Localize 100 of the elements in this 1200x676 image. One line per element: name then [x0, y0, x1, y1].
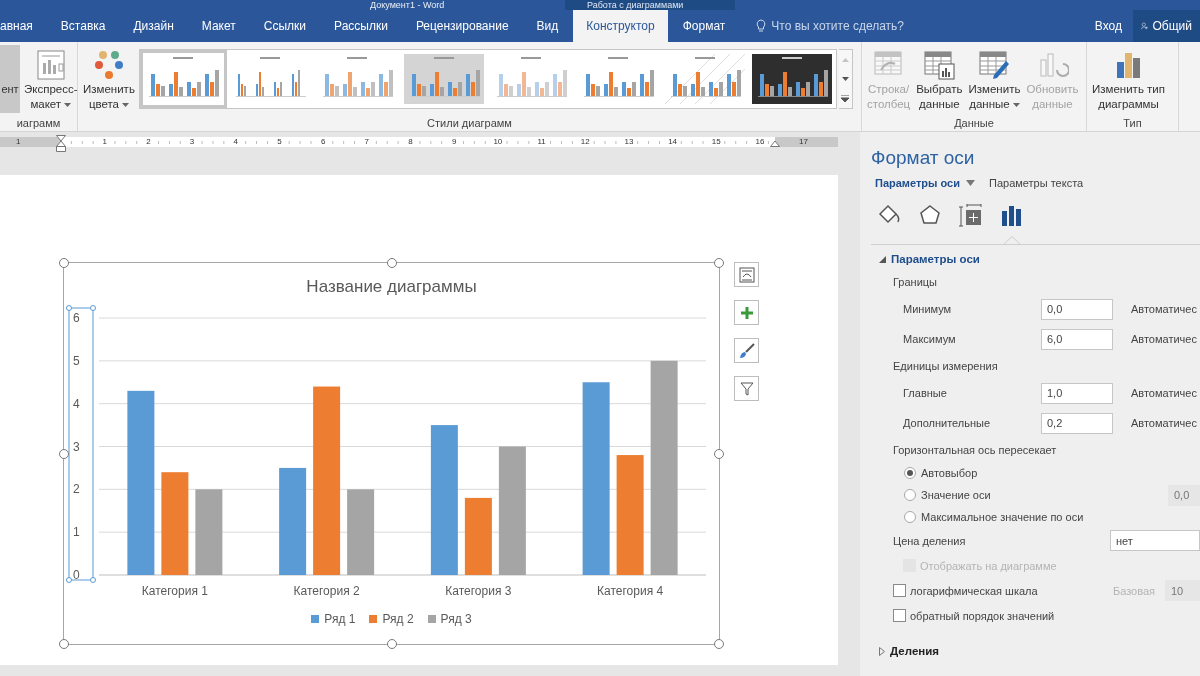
ribbon-button[interactable]: Изменить данные: [966, 45, 1023, 115]
bar[interactable]: [347, 489, 375, 575]
bar[interactable]: [195, 489, 223, 575]
resize-handle[interactable]: [714, 639, 724, 649]
bar[interactable]: [616, 455, 644, 575]
pentagon-icon: [919, 204, 941, 226]
checkbox[interactable]: [893, 609, 906, 622]
checkbox[interactable]: [893, 584, 906, 597]
ribbon-tab[interactable]: Формат: [669, 10, 739, 42]
ribbon-tab[interactable]: авная: [0, 10, 46, 42]
auto-label: Автоматичес: [1131, 333, 1197, 345]
axis-label: 4: [73, 396, 80, 411]
chart-title: Название диаграммы: [306, 276, 477, 298]
group-heading: Единицы измерения: [893, 359, 999, 374]
share-button[interactable]: Общий: [1133, 10, 1200, 42]
ribbon-tab[interactable]: Вид: [523, 10, 572, 42]
bar[interactable]: [650, 360, 678, 575]
add-element-button[interactable]: [734, 300, 759, 325]
brush-icon: [738, 342, 755, 359]
resize-handle[interactable]: [59, 448, 69, 459]
ruler-number: 15: [710, 137, 722, 146]
ribbon-button[interactable]: Изменить тип диаграммы: [1090, 45, 1167, 115]
indent-marker[interactable]: [56, 135, 66, 152]
value-field[interactable]: 0,0: [1168, 484, 1200, 506]
ribbon-button[interactable]: Экспресс- макет: [22, 45, 80, 115]
radio-button[interactable]: [904, 467, 916, 479]
axis-label: 1: [73, 525, 80, 540]
base-label: Базовая: [1112, 584, 1155, 597]
pane-tab[interactable]: Параметры оси: [875, 177, 975, 189]
ruler-number: 6: [319, 137, 327, 146]
ribbon-tab[interactable]: Конструктор: [573, 10, 668, 42]
chart-filter-button[interactable]: [734, 376, 759, 401]
number-field[interactable]: 6,0: [1041, 328, 1113, 350]
chart-style-button[interactable]: [734, 338, 759, 363]
resize-handle[interactable]: [59, 639, 69, 649]
ribbon-tab[interactable]: Рассылки: [321, 10, 401, 42]
ribbon-tab[interactable]: Дизайн: [120, 10, 187, 42]
section-header[interactable]: Параметры оси: [871, 248, 980, 270]
base-field[interactable]: 10: [1165, 580, 1200, 601]
axis-label: 6: [73, 311, 80, 325]
pane-tab[interactable]: Параметры текста: [989, 177, 1084, 189]
resize-handle[interactable]: [386, 258, 397, 268]
ruler-number: 10: [492, 137, 504, 146]
filter-icon: [739, 381, 754, 396]
resize-handle[interactable]: [386, 639, 397, 649]
resize-handle[interactable]: [714, 448, 724, 459]
ribbon-button[interactable]: Выбрать данные: [914, 45, 965, 115]
bar[interactable]: [161, 472, 189, 575]
ribbon-button[interactable]: ент: [0, 45, 20, 113]
resize-handle[interactable]: [59, 258, 69, 268]
ruler-number: 16: [754, 137, 766, 146]
resize-handle[interactable]: [714, 258, 724, 268]
pane-title: Формат оси: [871, 146, 976, 170]
ruler-number: 12: [579, 137, 591, 146]
ruler-number: 1: [15, 137, 22, 147]
layout-options-button[interactable]: [734, 262, 759, 287]
legend-label: Ряд 2: [382, 612, 414, 626]
tell-me-field[interactable]: Что вы хотите сделать?: [771, 19, 904, 33]
radio-button[interactable]: [904, 489, 916, 501]
axis-selection-frame[interactable]: [66, 305, 96, 583]
bar[interactable]: [127, 390, 155, 575]
bar[interactable]: [582, 382, 610, 575]
caret-icon: [122, 102, 129, 107]
select-label: Цена деления: [893, 534, 966, 547]
radio-label: Значение оси: [921, 489, 991, 501]
group-heading: Границы: [893, 275, 938, 290]
ribbon-tab[interactable]: Макет: [188, 10, 249, 42]
ruler-number: 1: [101, 137, 108, 146]
ribbon-button[interactable]: Изменить цвета: [81, 45, 137, 115]
lightbulb-icon: [756, 19, 767, 33]
bar[interactable]: [279, 467, 307, 575]
ribbon-tab[interactable]: Ссылки: [250, 10, 320, 42]
bar[interactable]: [313, 386, 341, 575]
ribbon-tab[interactable]: Вставка: [47, 10, 119, 42]
axis-label: 5: [73, 353, 80, 368]
layout-icon: [738, 266, 755, 283]
field-label: Главные: [903, 387, 948, 399]
category-label: Категория 2: [293, 584, 360, 598]
dropdown-field[interactable]: нет: [1110, 530, 1200, 551]
ribbon-tab[interactable]: Рецензирование: [402, 10, 522, 42]
caret-icon: [1012, 102, 1020, 107]
legend-label: Ряд 3: [440, 612, 472, 626]
sign-in-link[interactable]: Вход: [1083, 10, 1133, 42]
bar[interactable]: [430, 425, 458, 575]
number-field[interactable]: 0,2: [1041, 412, 1113, 434]
bar[interactable]: [464, 497, 492, 575]
collapsed-triangle-icon: [879, 646, 885, 656]
more-icon: [841, 94, 850, 102]
radio-button[interactable]: [904, 511, 916, 523]
checkbox-label: Отображать на диаграмме: [920, 559, 1057, 572]
category-label: Категория 1: [141, 584, 208, 598]
section-header[interactable]: Деления: [871, 640, 939, 662]
bar[interactable]: [498, 446, 526, 575]
number-field[interactable]: 1,0: [1041, 382, 1113, 404]
ruler-number: 4: [232, 137, 239, 146]
more-styles-button[interactable]: [838, 88, 852, 108]
expanded-triangle-icon: [879, 255, 886, 263]
number-field[interactable]: 0,0: [1041, 298, 1113, 320]
caret-icon: [64, 102, 72, 107]
ruler-number: 14: [667, 137, 679, 146]
